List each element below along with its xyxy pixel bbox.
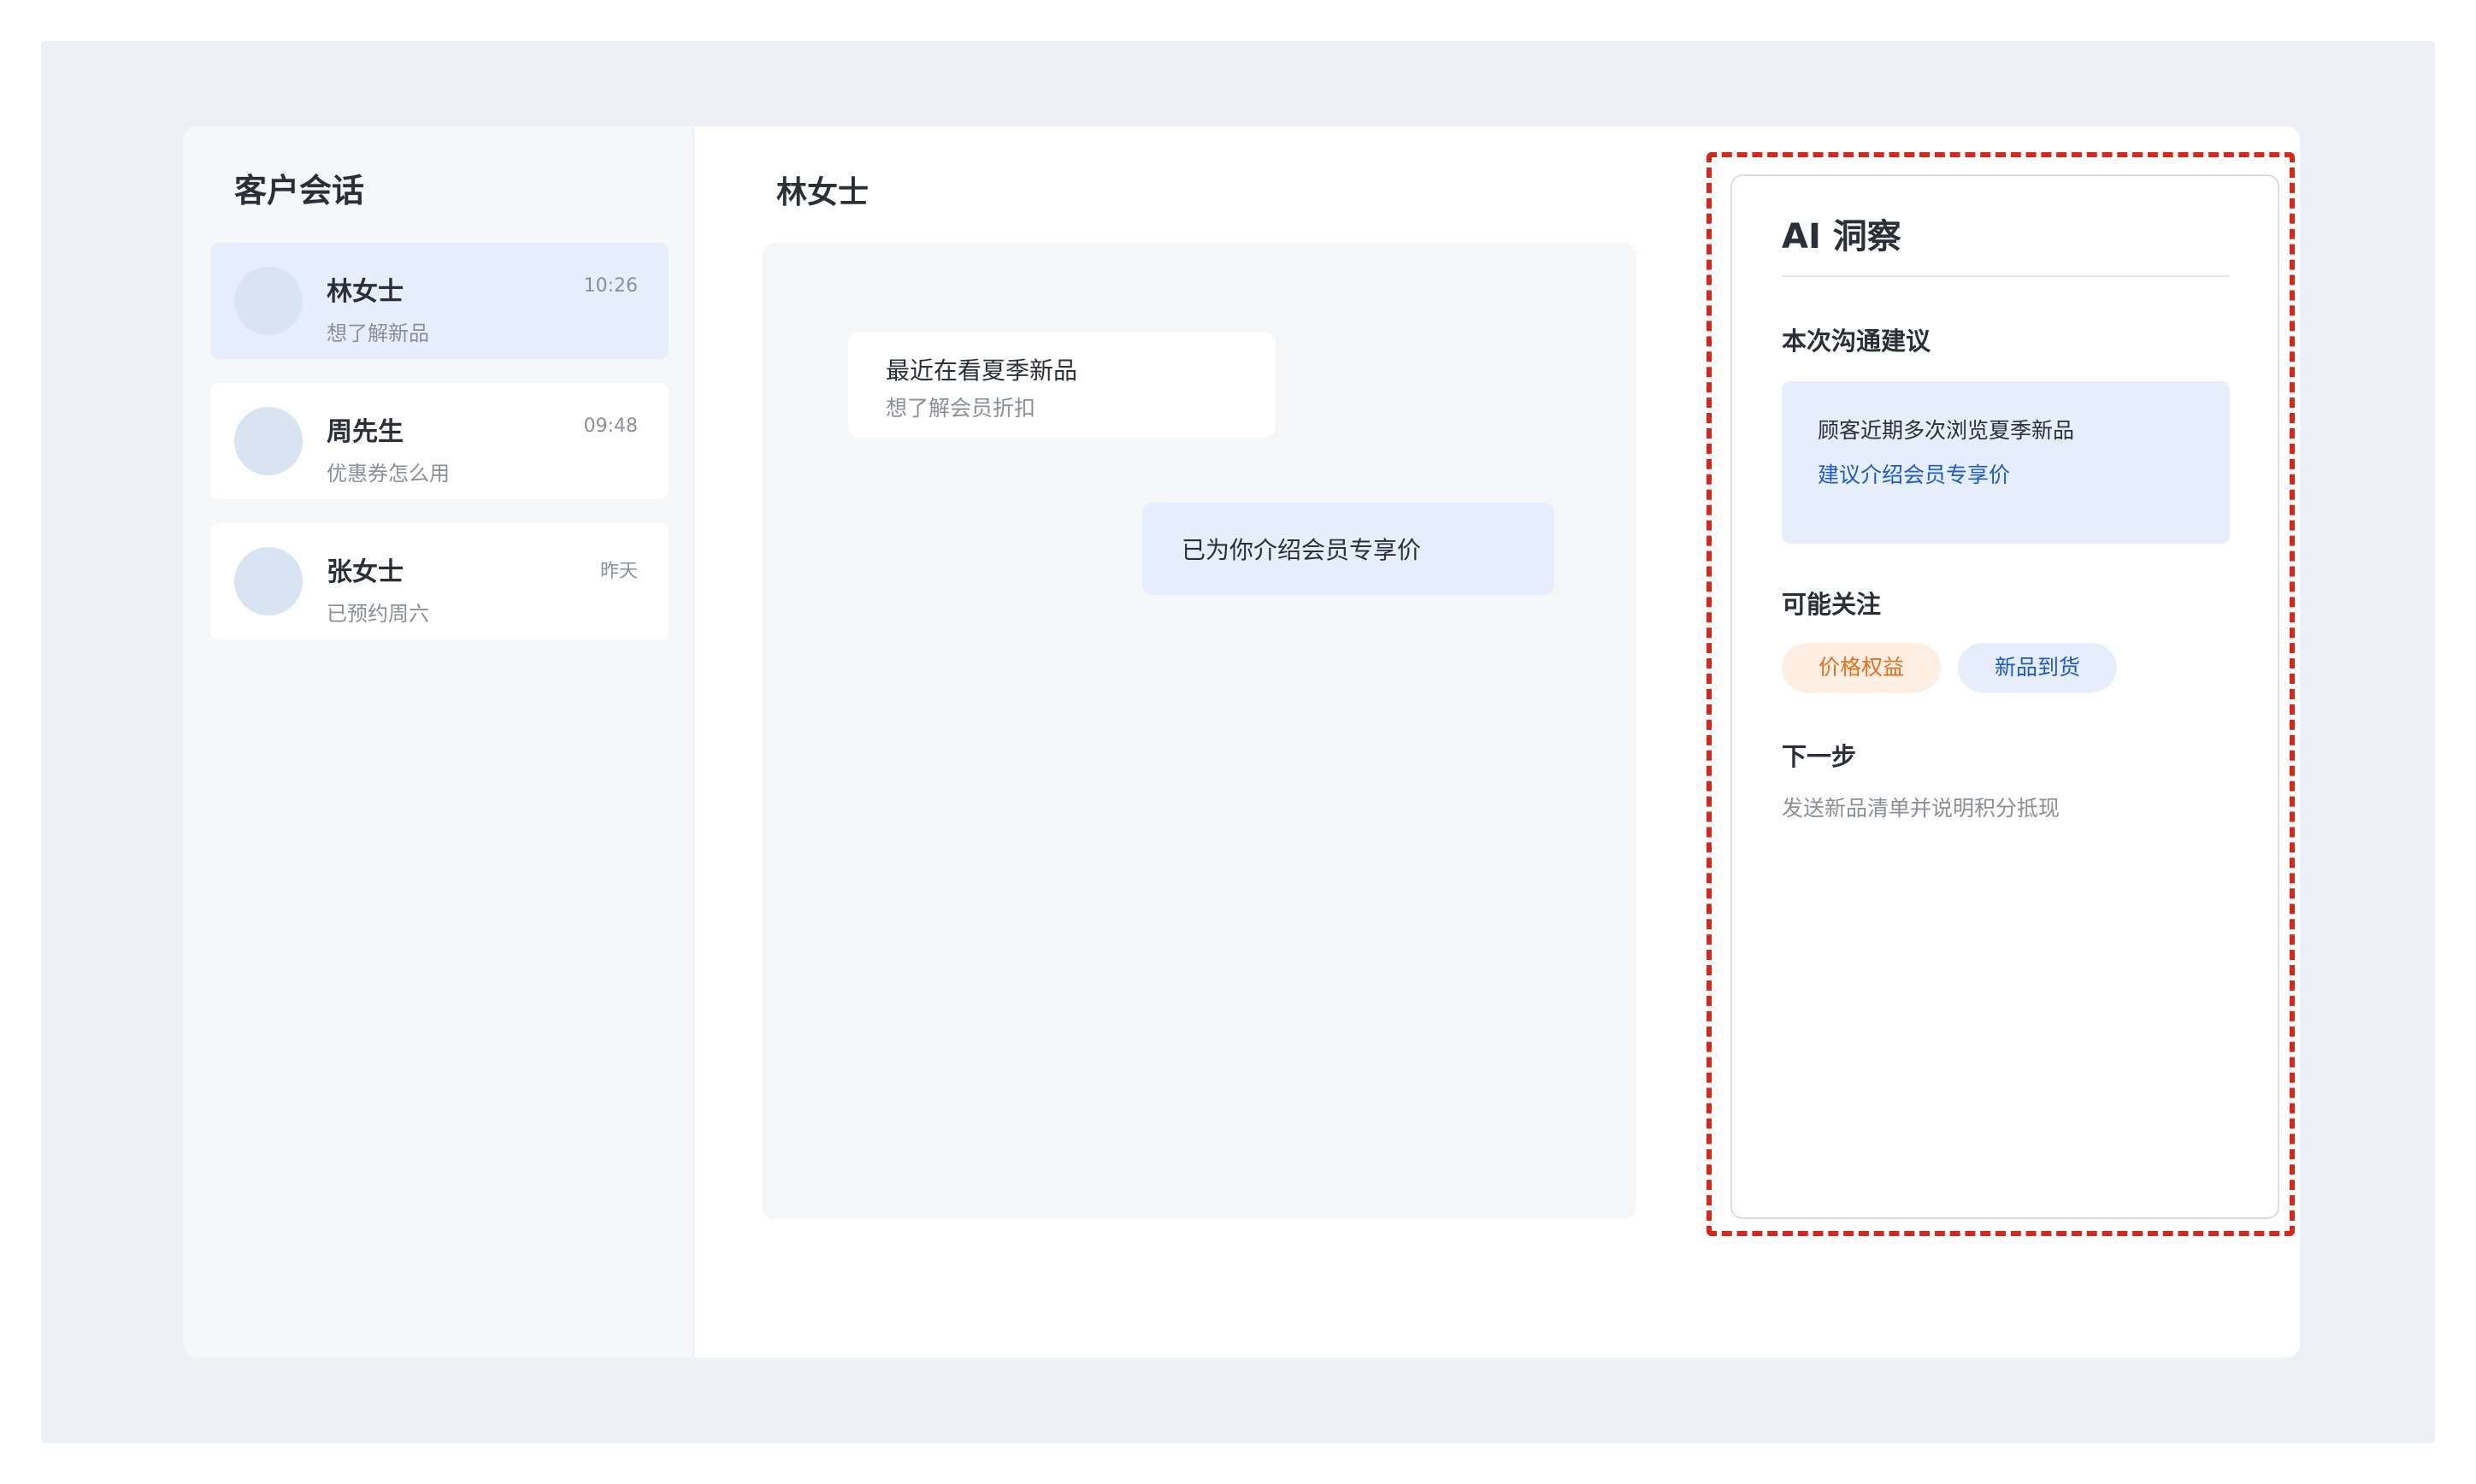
divider <box>1782 275 2230 277</box>
chat-title: 林女士 <box>776 175 870 210</box>
avatar <box>234 407 303 475</box>
conversation-preview: 已预约周六 <box>327 602 429 626</box>
suggestion-card: 顾客近期多次浏览夏季新品 建议介绍会员专享价 <box>1782 381 2230 544</box>
message-text: 已为你介绍会员专享价 <box>1182 536 1422 564</box>
message-text: 最近在看夏季新品 <box>886 356 1078 385</box>
suggestion-text: 顾客近期多次浏览夏季新品 <box>1818 418 2075 443</box>
conversation-name: 张女士 <box>327 557 404 587</box>
next-step-text: 发送新品清单并说明积分抵现 <box>1782 796 2060 821</box>
focus-heading: 可能关注 <box>1782 590 1882 619</box>
conversation-preview: 想了解新品 <box>327 321 429 345</box>
conversation-item-zhang[interactable]: 张女士 昨天 已预约周六 <box>210 523 669 639</box>
canvas-background: 客户会话 林女士 10:26 想了解新品 周先生 09:48 优惠券怎么用 张女… <box>41 41 2435 1443</box>
ai-insight-panel: AI 洞察 本次沟通建议 顾客近期多次浏览夏季新品 建议介绍会员专享价 可能关注… <box>1730 174 2279 1219</box>
suggestion-heading: 本次沟通建议 <box>1782 327 1931 356</box>
conversation-time: 昨天 <box>599 561 638 582</box>
conversation-name: 林女士 <box>327 277 404 307</box>
conversation-time: 10:26 <box>583 275 638 297</box>
incoming-message-bubble: 最近在看夏季新品 想了解会员折扣 <box>848 332 1276 438</box>
conversation-item-lin[interactable]: 林女士 10:26 想了解新品 <box>210 243 669 359</box>
message-subtext: 想了解会员折扣 <box>886 396 1036 421</box>
avatar <box>234 267 303 335</box>
tag-price-benefits[interactable]: 价格权益 <box>1782 643 1941 692</box>
next-step-heading: 下一步 <box>1782 742 1857 771</box>
avatar <box>234 547 303 615</box>
sidebar-title: 客户会话 <box>234 172 365 209</box>
conversation-sidebar: 客户会话 林女士 10:26 想了解新品 周先生 09:48 优惠券怎么用 张女… <box>183 127 694 1357</box>
conversation-time: 09:48 <box>583 415 638 437</box>
suggestion-link[interactable]: 建议介绍会员专享价 <box>1818 458 2010 489</box>
conversation-item-zhou[interactable]: 周先生 09:48 优惠券怎么用 <box>210 383 669 499</box>
chat-message-area[interactable]: 最近在看夏季新品 想了解会员折扣 已为你介绍会员专享价 <box>763 243 1636 1219</box>
outgoing-message-bubble: 已为你介绍会员专享价 <box>1142 503 1554 595</box>
app-window: 客户会话 林女士 10:26 想了解新品 周先生 09:48 优惠券怎么用 张女… <box>183 127 2300 1357</box>
conversation-preview: 优惠券怎么用 <box>327 462 450 486</box>
conversation-list: 林女士 10:26 想了解新品 周先生 09:48 优惠券怎么用 张女士 昨天 … <box>210 243 669 663</box>
tag-new-arrivals[interactable]: 新品到货 <box>1958 643 2117 692</box>
insight-title: AI 洞察 <box>1782 217 1901 256</box>
conversation-name: 周先生 <box>327 417 404 447</box>
